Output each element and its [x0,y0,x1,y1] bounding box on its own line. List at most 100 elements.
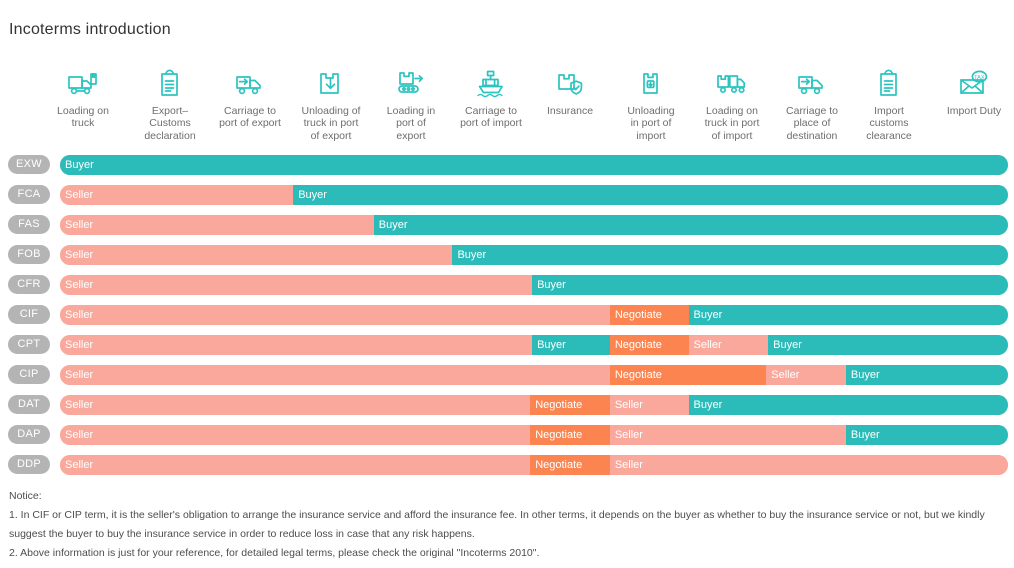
column-2: Export– Customs declaration [128,64,212,142]
responsibility-bar: Seller Buyer [60,245,1008,265]
segment-buyer[interactable]: Buyer [768,335,1008,355]
notice-heading: Notice: [9,490,42,502]
segment-seller[interactable]: Seller [60,455,531,475]
carriage-destination-truck-icon [770,64,854,100]
responsibility-bar: Seller Buyer [60,275,1008,295]
incoterm-badge-exw[interactable]: EXW [8,155,50,174]
segment-buyer[interactable]: Buyer [293,185,1008,205]
column-label: Carriage to port of export [219,105,281,130]
segment-buyer[interactable]: Buyer [688,395,1008,415]
column-label: Import customs clearance [866,105,912,142]
segment-negotiate[interactable]: Negotiate [530,455,610,475]
segment-negotiate[interactable]: Negotiate [609,335,689,355]
incoterms-row-list: EXW Buyer FCA Seller Buyer FAS Seller Buyer FOB S… [0,152,1014,482]
svg-text:TAX: TAX [974,75,985,81]
segment-seller[interactable]: Seller [60,395,531,415]
column-5: Loading in port of export [369,64,453,142]
incoterm-badge-cip[interactable]: CIP [8,365,50,384]
column-header-strip: Loading on truck Export– Customs declarat… [0,64,1014,150]
responsibility-bar: Seller Negotiate Seller Buyer [60,425,1008,445]
incoterm-badge-cfr[interactable]: CFR [8,275,50,294]
table-row: CFR Seller Buyer [0,272,1014,302]
segment-negotiate[interactable]: Negotiate [530,425,610,445]
table-row: DAT Seller Negotiate Seller Buyer [0,392,1014,422]
segment-seller[interactable]: Seller [60,275,533,295]
segment-negotiate[interactable]: Negotiate [530,395,610,415]
table-row: CIF Seller Negotiate Buyer [0,302,1014,332]
column-12: TAX Import Duty [932,64,1014,117]
incoterm-badge-ddp[interactable]: DDP [8,455,50,474]
segment-seller[interactable]: Seller [60,425,531,445]
table-row: CPT Seller Buyer Negotiate Seller Buyer [0,332,1014,362]
responsibility-bar: Buyer [60,155,1008,175]
segment-buyer[interactable]: Buyer [60,155,1008,175]
page-title: Incoterms introduction [9,21,171,38]
responsibility-bar: Seller Buyer [60,215,1008,235]
column-8: Unloading in port of import [609,64,693,142]
column-label: Carriage to port of import [460,105,522,130]
column-label: Carriage to place of destination [786,105,838,142]
table-row: FCA Seller Buyer [0,182,1014,212]
responsibility-bar: Seller Negotiate Seller [60,455,1008,475]
column-7: Insurance [528,64,612,117]
loading-conveyor-icon [369,64,453,100]
table-row: FAS Seller Buyer [0,212,1014,242]
responsibility-bar: Seller Negotiate Seller Buyer [60,395,1008,415]
table-row: CIP Seller Negotiate Seller Buyer [0,362,1014,392]
responsibility-bar: Seller Negotiate Buyer [60,305,1008,325]
column-4: Unloading of truck in port of export [289,64,373,142]
column-label: Loading on truck [57,105,109,130]
column-11: Import customs clearance [847,64,931,142]
segment-seller[interactable]: Seller [60,215,374,235]
segment-seller[interactable]: Seller [60,305,610,325]
import-customs-clipboard-icon [847,64,931,100]
segment-buyer[interactable]: Buyer [688,305,1008,325]
column-10: Carriage to place of destination [770,64,854,142]
segment-buyer[interactable]: Buyer [532,335,610,355]
segment-buyer[interactable]: Buyer [373,215,1008,235]
notice-block: Notice: 1. In CIF or CIP term, it is the… [9,487,999,563]
segment-negotiate[interactable]: Negotiate [609,305,689,325]
segment-seller[interactable]: Seller [609,395,689,415]
segment-seller[interactable]: Seller [766,365,846,385]
table-row: EXW Buyer [0,152,1014,182]
incoterm-badge-fas[interactable]: FAS [8,215,50,234]
segment-seller[interactable]: Seller [60,245,453,265]
carriage-truck-icon [208,64,292,100]
responsibility-bar: Seller Negotiate Seller Buyer [60,365,1008,385]
incoterm-badge-fca[interactable]: FCA [8,185,50,204]
notice-line-2: 2. Above information is just for your re… [9,547,540,559]
incoterm-badge-dat[interactable]: DAT [8,395,50,414]
incoterm-badge-cif[interactable]: CIF [8,305,50,324]
notice-line-1: 1. In CIF or CIP term, it is the seller'… [9,509,985,540]
column-label: Import Duty [946,105,1002,117]
incoterm-badge-dap[interactable]: DAP [8,425,50,444]
segment-buyer[interactable]: Buyer [532,275,1008,295]
column-label: Unloading of truck in port of export [301,105,361,142]
segment-seller[interactable]: Seller [688,335,769,355]
ship-icon [449,64,533,100]
segment-buyer[interactable]: Buyer [845,425,1008,445]
column-9: Loading on truck in port of import [690,64,774,142]
segment-seller[interactable]: Seller [609,455,1008,475]
segment-buyer[interactable]: Buyer [845,365,1008,385]
table-row: DDP Seller Negotiate Seller [0,452,1014,482]
segment-buyer[interactable]: Buyer [452,245,1008,265]
incoterm-badge-cpt[interactable]: CPT [8,335,50,354]
segment-seller[interactable]: Seller [60,185,294,205]
segment-negotiate[interactable]: Negotiate [609,365,767,385]
loading-truck-port-icon [690,64,774,100]
column-label: Unloading in port of import [627,105,675,142]
unloading-box-down-icon [289,64,373,100]
column-label: Export– Customs declaration [144,105,196,142]
responsibility-bar: Seller Buyer Negotiate Seller Buyer [60,335,1008,355]
column-label: Loading in port of export [386,105,436,142]
column-label: Loading on truck in port of import [704,105,760,142]
segment-seller[interactable]: Seller [60,365,610,385]
table-row: DAP Seller Negotiate Seller Buyer [0,422,1014,452]
segment-seller[interactable]: Seller [60,335,533,355]
incoterm-badge-fob[interactable]: FOB [8,245,50,264]
loading-on-truck-icon [41,64,125,100]
segment-seller[interactable]: Seller [609,425,846,445]
responsibility-bar: Seller Buyer [60,185,1008,205]
